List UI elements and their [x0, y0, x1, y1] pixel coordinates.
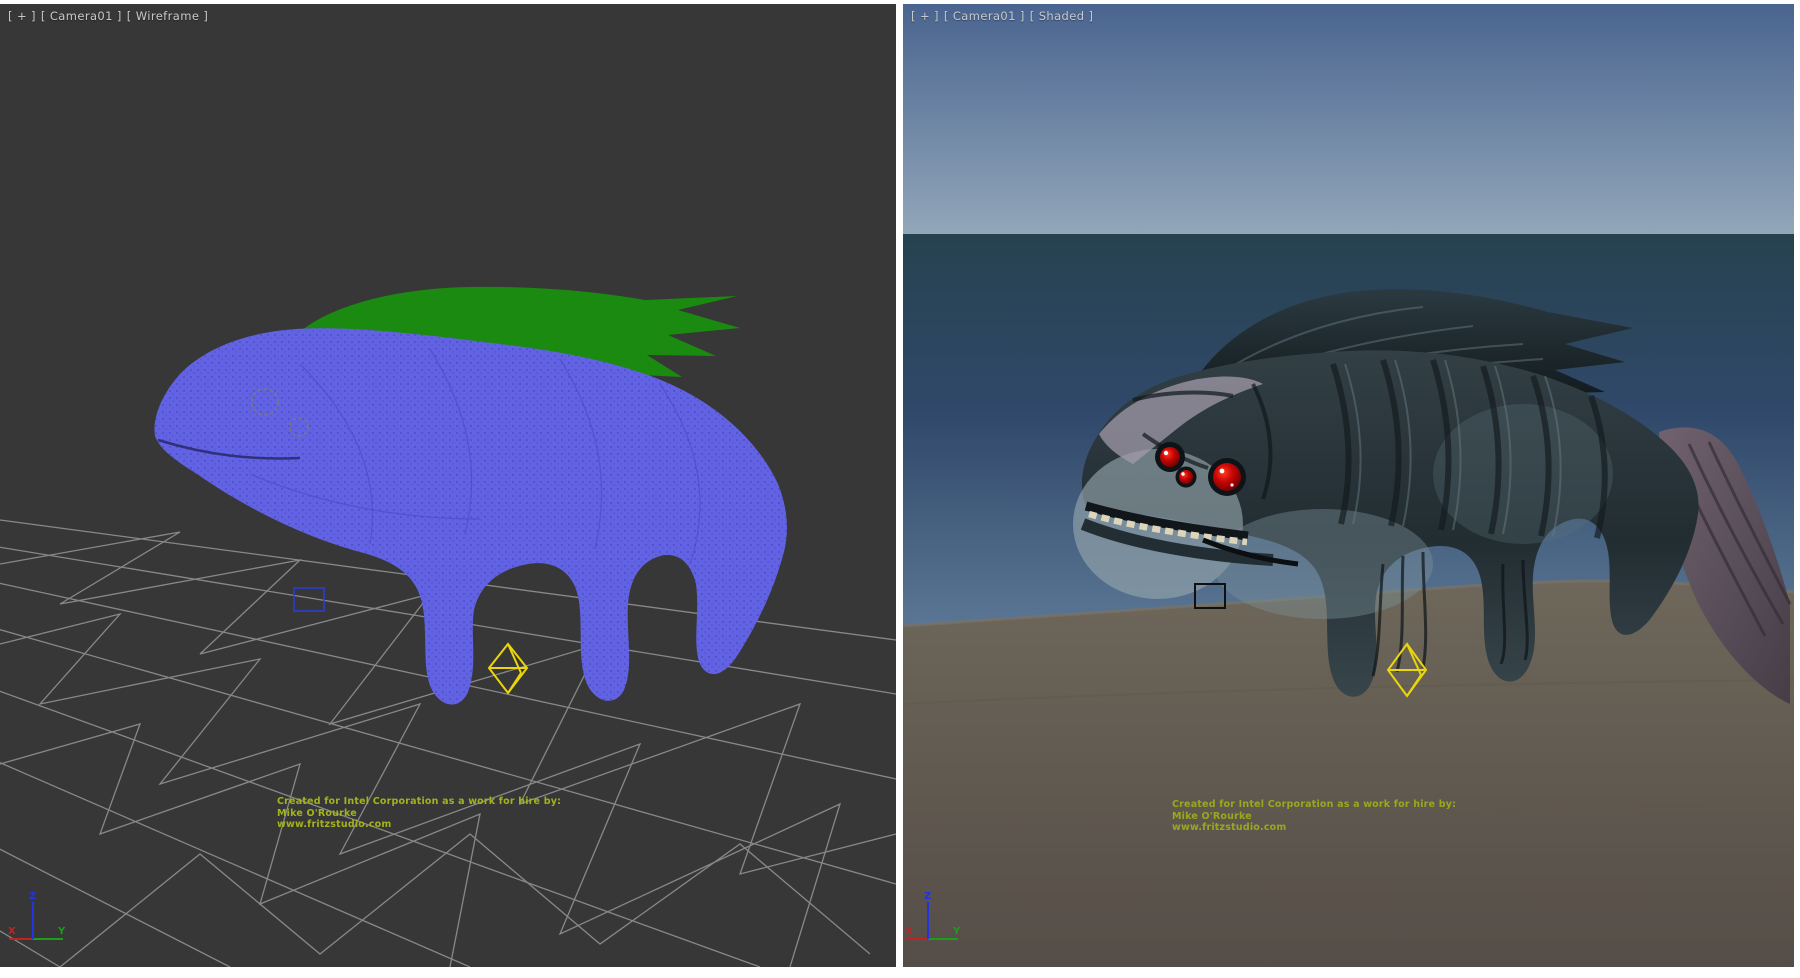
- world-axis-tripod: X Y Z: [903, 889, 983, 959]
- axis-z-label: Z: [924, 891, 931, 902]
- viewport-menu-camera[interactable]: [ Camera01 ]: [944, 9, 1025, 23]
- viewport-menu-shading[interactable]: [ Shaded ]: [1030, 9, 1094, 23]
- bone-helper-diamond[interactable]: [489, 644, 527, 693]
- viewport-menu-general[interactable]: [ + ]: [8, 9, 36, 23]
- viewport-camera01-shaded[interactable]: [ + ] [ Camera01 ] [ Shaded ]: [903, 4, 1794, 967]
- scene-credit-text: Created for Intel Corporation as a work …: [277, 796, 561, 831]
- axis-y-label: Y: [57, 926, 66, 937]
- axis-z-label: Z: [29, 891, 36, 902]
- fish-eye: [1160, 447, 1180, 467]
- axis-x-label: X: [8, 926, 16, 937]
- axis-x-label: X: [905, 926, 913, 937]
- sky: [903, 4, 1794, 236]
- world-axis-tripod: X Y Z: [0, 889, 80, 959]
- viewport-menu-general[interactable]: [ + ]: [911, 9, 939, 23]
- viewport-menu-camera[interactable]: [ Camera01 ]: [41, 9, 122, 23]
- fish-eye-small: [1179, 470, 1193, 484]
- fish-eye-large: [1213, 463, 1241, 491]
- viewport-label: [ + ] [ Camera01 ] [ Wireframe ]: [8, 9, 208, 23]
- axis-y-label: Y: [952, 926, 961, 937]
- viewport-menu-shading[interactable]: [ Wireframe ]: [127, 9, 208, 23]
- fish-body[interactable]: [154, 328, 786, 704]
- viewport-label: [ + ] [ Camera01 ] [ Shaded ]: [911, 9, 1093, 23]
- scene-credit-text: Created for Intel Corporation as a work …: [1172, 799, 1456, 834]
- viewport-camera01-wireframe[interactable]: [ + ] [ Camera01 ] [ Wireframe ]: [0, 4, 896, 967]
